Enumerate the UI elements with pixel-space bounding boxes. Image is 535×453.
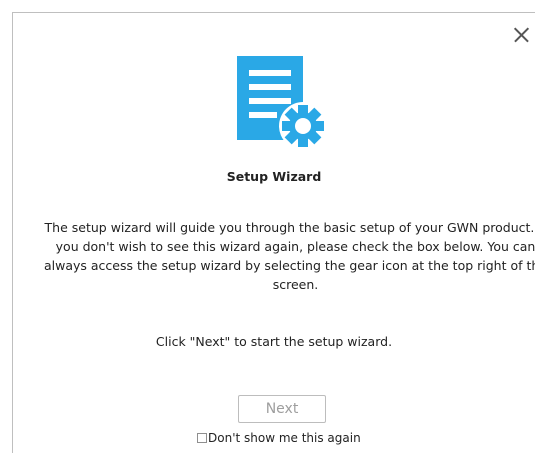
next-button[interactable]: Next xyxy=(238,395,326,423)
dont-show-again-label: Don't show me this again xyxy=(208,431,361,445)
dialog-title: Setup Wizard xyxy=(226,169,322,184)
dialog-description: The setup wizard will guide you through … xyxy=(43,220,535,292)
setup-wizard-dialog: Setup Wizard The setup wizard will guide… xyxy=(12,12,535,453)
document-gear-icon xyxy=(237,56,327,148)
dont-show-again-option[interactable]: Don't show me this again xyxy=(197,431,361,445)
next-hint: Click "Next" to start the setup wizard. xyxy=(155,334,393,349)
dont-show-again-checkbox[interactable] xyxy=(197,433,207,443)
close-icon[interactable] xyxy=(509,23,533,47)
